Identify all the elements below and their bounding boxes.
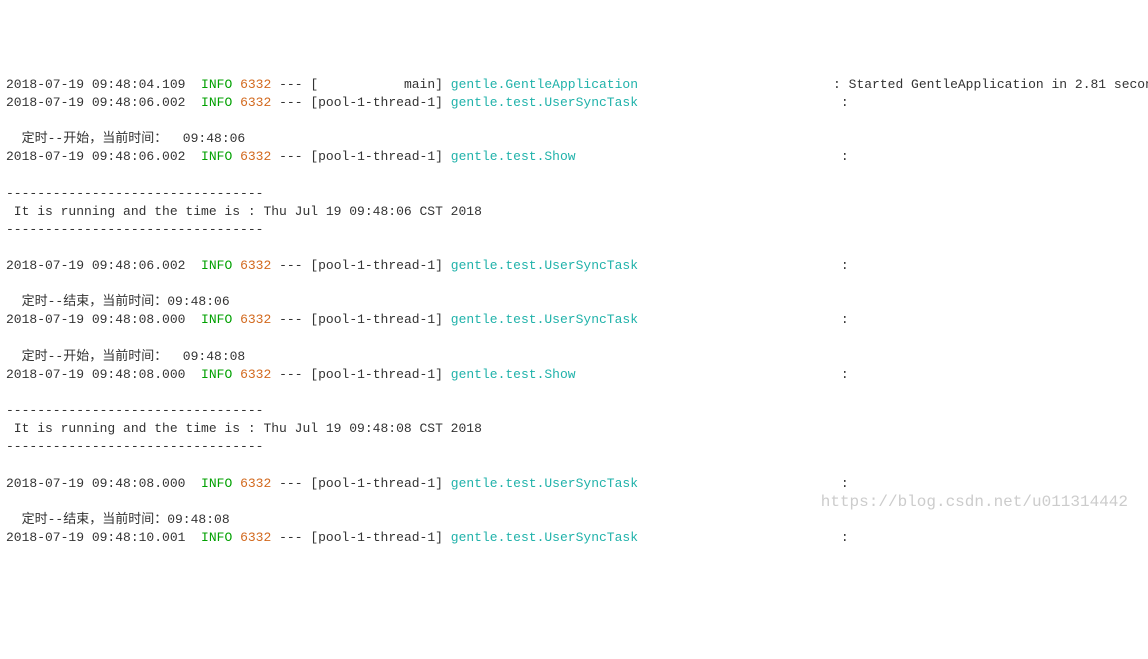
log-message: :: [841, 476, 857, 491]
plain-output-line: It is running and the time is : Thu Jul …: [6, 420, 1142, 438]
log-level: INFO: [201, 77, 232, 92]
log-timestamp: 2018-07-19 09:48:10.001: [6, 530, 185, 545]
log-logger: gentle.GentleApplication: [451, 77, 638, 92]
log-timestamp: 2018-07-19 09:48:08.000: [6, 367, 185, 382]
log-message: :: [841, 95, 857, 110]
log-level: INFO: [201, 476, 232, 491]
plain-output-line: 定时--结束，当前时间：09:48:08: [6, 511, 1142, 529]
log-dash: ---: [279, 367, 302, 382]
log-logger-padding: [576, 367, 841, 382]
log-pid: 6332: [240, 258, 271, 273]
log-thread: [pool-1-thread-1]: [310, 258, 443, 273]
blank-line: [6, 493, 1142, 511]
log-thread: [pool-1-thread-1]: [310, 149, 443, 164]
log-dash: ---: [279, 258, 302, 273]
log-logger-padding: [576, 149, 841, 164]
log-line: 2018-07-19 09:48:08.000 INFO 6332 --- [p…: [6, 311, 1142, 329]
log-line: 2018-07-19 09:48:06.002 INFO 6332 --- [p…: [6, 257, 1142, 275]
log-message: :: [841, 149, 857, 164]
log-logger: gentle.test.UserSyncTask: [451, 95, 638, 110]
log-thread: [pool-1-thread-1]: [310, 95, 443, 110]
plain-output-line: It is running and the time is : Thu Jul …: [6, 203, 1142, 221]
log-logger-padding: [638, 530, 841, 545]
log-message: : Started GentleApplication in 2.81 seco…: [833, 77, 1148, 92]
log-logger-padding: [638, 77, 833, 92]
plain-output-line: 定时--结束，当前时间：09:48:06: [6, 293, 1142, 311]
log-dash: ---: [279, 149, 302, 164]
log-dash: ---: [279, 77, 302, 92]
log-logger: gentle.test.UserSyncTask: [451, 312, 638, 327]
log-timestamp: 2018-07-19 09:48:06.002: [6, 95, 185, 110]
log-pid: 6332: [240, 530, 271, 545]
blank-line: [6, 112, 1142, 130]
log-pid: 6332: [240, 95, 271, 110]
log-logger: gentle.test.UserSyncTask: [451, 476, 638, 491]
log-message: :: [841, 367, 857, 382]
log-pid: 6332: [240, 312, 271, 327]
blank-line: [6, 239, 1142, 257]
log-timestamp: 2018-07-19 09:48:04.109: [6, 77, 185, 92]
log-level: INFO: [201, 149, 232, 164]
plain-output-line: 定时--开始，当前时间： 09:48:06: [6, 130, 1142, 148]
log-logger-padding: [638, 258, 841, 273]
log-message: :: [841, 530, 857, 545]
separator-line: ---------------------------------: [6, 438, 1142, 456]
log-line: 2018-07-19 09:48:06.002 INFO 6332 --- [p…: [6, 148, 1142, 166]
log-logger: gentle.test.UserSyncTask: [451, 258, 638, 273]
log-line: 2018-07-19 09:48:10.001 INFO 6332 --- [p…: [6, 529, 1142, 547]
log-pid: 6332: [240, 476, 271, 491]
log-line: 2018-07-19 09:48:04.109 INFO 6332 --- [ …: [6, 76, 1142, 94]
log-logger: gentle.test.Show: [451, 149, 576, 164]
separator-line: ---------------------------------: [6, 185, 1142, 203]
log-line: 2018-07-19 09:48:08.000 INFO 6332 --- [p…: [6, 366, 1142, 384]
log-pid: 6332: [240, 367, 271, 382]
log-timestamp: 2018-07-19 09:48:08.000: [6, 476, 185, 491]
log-dash: ---: [279, 530, 302, 545]
log-level: INFO: [201, 367, 232, 382]
log-message: :: [841, 258, 857, 273]
blank-line: [6, 330, 1142, 348]
log-line: 2018-07-19 09:48:06.002 INFO 6332 --- [p…: [6, 94, 1142, 112]
log-dash: ---: [279, 312, 302, 327]
separator-line: ---------------------------------: [6, 221, 1142, 239]
log-logger: gentle.test.UserSyncTask: [451, 530, 638, 545]
log-thread: [pool-1-thread-1]: [310, 530, 443, 545]
log-logger-padding: [638, 95, 841, 110]
blank-line: [6, 167, 1142, 185]
log-thread: [pool-1-thread-1]: [310, 476, 443, 491]
log-dash: ---: [279, 95, 302, 110]
log-thread: [ main]: [310, 77, 443, 92]
blank-line: [6, 384, 1142, 402]
log-thread: [pool-1-thread-1]: [310, 367, 443, 382]
log-logger-padding: [638, 476, 841, 491]
log-message: :: [841, 312, 857, 327]
log-line: 2018-07-19 09:48:08.000 INFO 6332 --- [p…: [6, 475, 1142, 493]
plain-output-line: 定时--开始，当前时间： 09:48:08: [6, 348, 1142, 366]
console-log-output: 2018-07-19 09:48:04.109 INFO 6332 --- [ …: [6, 76, 1142, 547]
log-timestamp: 2018-07-19 09:48:06.002: [6, 149, 185, 164]
log-thread: [pool-1-thread-1]: [310, 312, 443, 327]
log-pid: 6332: [240, 149, 271, 164]
log-level: INFO: [201, 258, 232, 273]
blank-line: [6, 457, 1142, 475]
log-timestamp: 2018-07-19 09:48:06.002: [6, 258, 185, 273]
log-level: INFO: [201, 95, 232, 110]
log-dash: ---: [279, 476, 302, 491]
log-timestamp: 2018-07-19 09:48:08.000: [6, 312, 185, 327]
log-level: INFO: [201, 530, 232, 545]
log-logger-padding: [638, 312, 841, 327]
log-level: INFO: [201, 312, 232, 327]
separator-line: ---------------------------------: [6, 402, 1142, 420]
log-pid: 6332: [240, 77, 271, 92]
blank-line: [6, 275, 1142, 293]
log-logger: gentle.test.Show: [451, 367, 576, 382]
